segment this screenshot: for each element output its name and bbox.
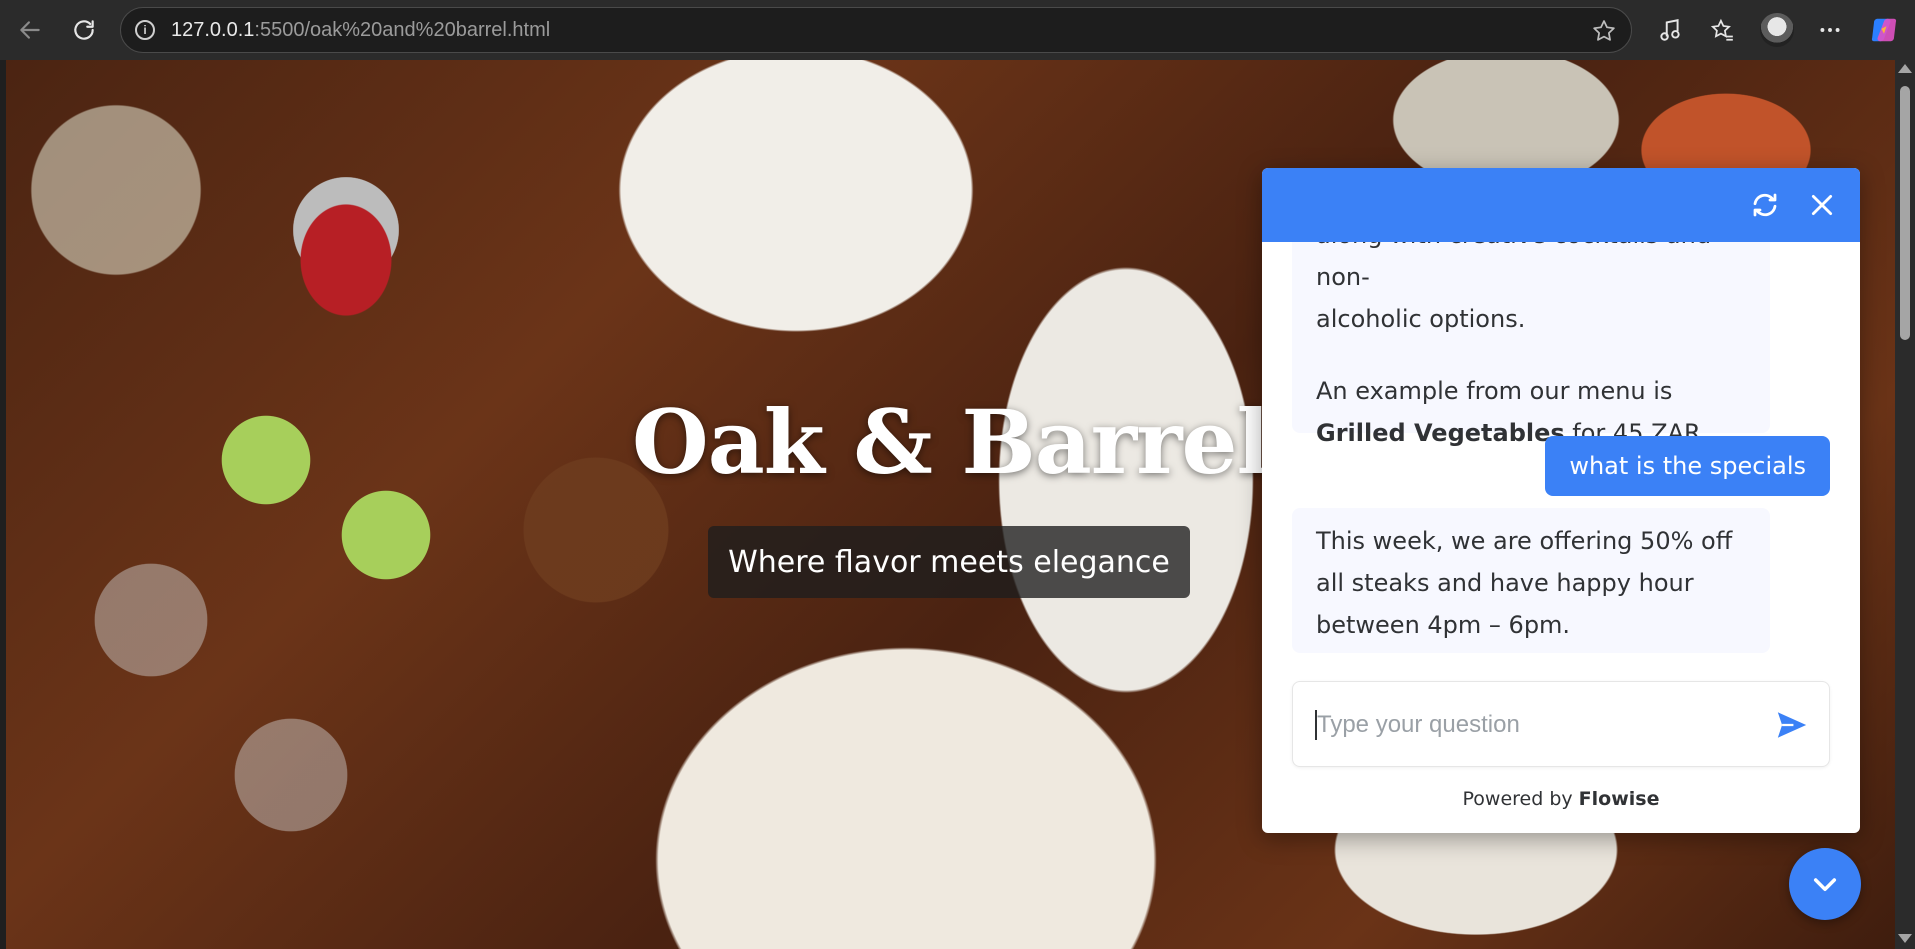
message-list[interactable]: along with creative cocktails and non- a…: [1262, 168, 1860, 668]
scroll-up-arrow[interactable]: [1898, 64, 1912, 73]
chat-toggle-button[interactable]: [1789, 848, 1861, 920]
example-prefix: An example from our menu is: [1316, 377, 1673, 405]
profile-avatar[interactable]: [1760, 13, 1794, 47]
favorite-star-icon[interactable]: [1591, 18, 1617, 48]
favorites-icon[interactable]: [1706, 14, 1738, 46]
close-icon[interactable]: [1803, 186, 1841, 224]
scroll-down-arrow[interactable]: [1898, 934, 1912, 943]
chat-header: [1262, 168, 1860, 242]
send-icon[interactable]: [1775, 708, 1811, 742]
powered-by-prefix: Powered by: [1462, 788, 1579, 810]
refresh-icon[interactable]: [1746, 186, 1784, 224]
reload-icon[interactable]: [66, 12, 102, 48]
powered-by: Powered by Flowise: [1262, 788, 1860, 810]
chevron-down-icon: [1813, 878, 1837, 892]
browser-toolbar: i 127.0.0.1:5500/oak%20and%20barrel.html: [0, 0, 1915, 60]
address-bar[interactable]: i 127.0.0.1:5500/oak%20and%20barrel.html: [120, 7, 1632, 53]
copilot-icon[interactable]: [1868, 14, 1900, 46]
url-path: :5500/oak%20and%20barrel.html: [254, 18, 551, 41]
scrollbar-thumb[interactable]: [1900, 86, 1910, 340]
chat-input-container: [1292, 681, 1830, 767]
user-message: what is the specials: [1545, 436, 1830, 496]
bot-message-line: alcoholic options.: [1316, 305, 1526, 333]
powered-by-brand[interactable]: Flowise: [1579, 788, 1660, 810]
more-options-icon[interactable]: [1814, 14, 1846, 46]
url-text[interactable]: 127.0.0.1:5500/oak%20and%20barrel.html: [171, 19, 550, 42]
back-icon[interactable]: [12, 12, 48, 48]
bot-message: This week, we are offering 50% off all s…: [1292, 508, 1770, 653]
example-item: Grilled Vegetables: [1316, 419, 1565, 447]
page-subtitle: Where flavor meets elegance: [708, 526, 1190, 598]
site-info-icon[interactable]: i: [135, 20, 155, 40]
media-control-icon[interactable]: [1654, 14, 1686, 46]
question-input[interactable]: [1315, 706, 1755, 744]
chatbot-window: along with creative cocktails and non- a…: [1262, 168, 1860, 833]
url-host: 127.0.0.1: [171, 18, 255, 41]
